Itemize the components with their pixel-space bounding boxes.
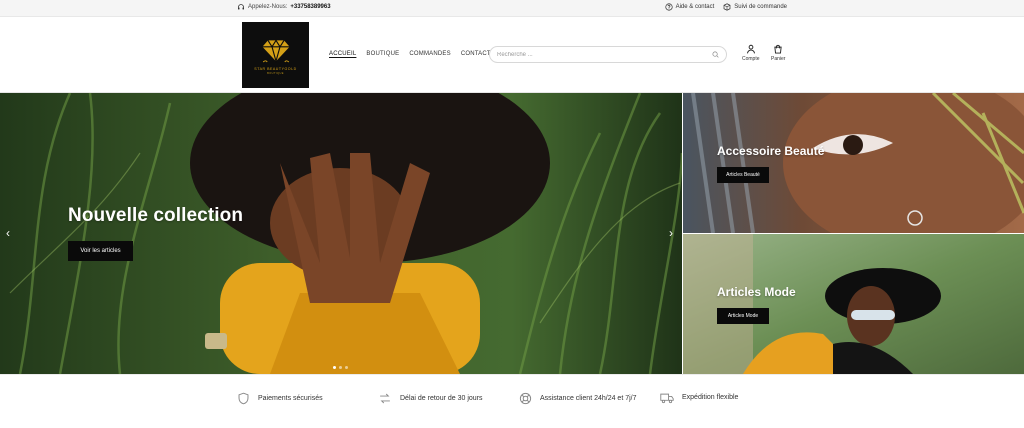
search-bar <box>489 46 727 63</box>
cart-button[interactable]: Panier <box>771 44 785 62</box>
cart-label: Panier <box>771 56 786 62</box>
fashion-banner-photo <box>683 234 1024 374</box>
truck-icon <box>660 392 674 404</box>
prev-slide-arrow-icon[interactable]: ‹ <box>6 227 10 239</box>
feature-label: Assistance client 24h/24 et 7j/7 <box>540 394 637 402</box>
store-logo[interactable]: STAR BEAUTYGOLD BOUTIQUE <box>242 22 309 88</box>
feature-returns: Délai de retour de 30 jours <box>378 392 483 405</box>
hero-photo <box>0 93 682 374</box>
top-bar: Appelez-Nous: +33758389963 Aide & contac… <box>0 0 1024 17</box>
feature-shipping: Expédition flexible <box>660 392 738 404</box>
feature-label: Délai de retour de 30 jours <box>400 394 483 402</box>
call-label: Appelez-Nous: <box>248 4 288 10</box>
next-slide-arrow-icon[interactable]: › <box>669 227 673 239</box>
nav-accueil[interactable]: ACCUEIL <box>329 51 356 57</box>
help-contact-link[interactable]: Aide & contact <box>664 3 715 11</box>
account-label: Compte <box>742 56 760 62</box>
feature-label: Expédition flexible <box>682 394 739 402</box>
banner-beauty: Accessoire Beauté Articles Beauté <box>683 93 1024 233</box>
shield-icon <box>237 392 250 405</box>
phone-contact: Appelez-Nous: +33758389963 <box>237 3 331 11</box>
slide-dot-3[interactable] <box>345 366 348 369</box>
slide-dot-2[interactable] <box>339 366 342 369</box>
exchange-arrows-icon <box>378 392 392 405</box>
order-tracking-label: Suivi de commande <box>734 4 787 10</box>
site-header: STAR BEAUTYGOLD BOUTIQUE ACCUEIL BOUTIQU… <box>0 17 1024 93</box>
beauty-banner-photo <box>683 93 1024 233</box>
lifebuoy-icon <box>519 392 532 405</box>
account-button[interactable]: Compte <box>742 44 760 62</box>
phone-number[interactable]: +33758389963 <box>290 4 330 10</box>
search-input[interactable] <box>497 51 712 58</box>
logo-sub-text: BOUTIQUE <box>267 72 284 75</box>
help-contact-label: Aide & contact <box>675 4 715 10</box>
shopping-bag-icon <box>773 44 783 54</box>
main-nav: ACCUEIL BOUTIQUE COMMANDES CONTACT <box>329 51 501 57</box>
question-circle-icon <box>664 3 673 11</box>
user-icon <box>746 44 756 54</box>
order-tracking-link[interactable]: Suivi de commande <box>723 3 787 11</box>
hero-slider: Nouvelle collection Voir les articles ‹ … <box>0 93 682 374</box>
nav-commandes[interactable]: COMMANDES <box>409 51 450 57</box>
diamond-crown-logo-icon <box>261 39 290 64</box>
feature-secure-payment: Paiements sécurisés <box>237 392 323 405</box>
logo-brand-text: STAR BEAUTYGOLD <box>254 67 297 71</box>
slide-dot-1[interactable] <box>333 366 336 369</box>
nav-boutique[interactable]: BOUTIQUE <box>366 51 399 57</box>
beauty-articles-button[interactable]: Articles Beauté <box>717 167 769 183</box>
feature-label: Paiements sécurisés <box>258 394 323 402</box>
fashion-banner-title: Articles Mode <box>717 285 796 299</box>
fashion-articles-button[interactable]: Articles Mode <box>717 308 769 324</box>
beauty-banner-title: Accessoire Beauté <box>717 144 825 158</box>
banner-fashion: Articles Mode Articles Mode <box>683 234 1024 374</box>
nav-contact[interactable]: CONTACT <box>461 51 491 57</box>
features-bar: Paiements sécurisés Délai de retour de 3… <box>0 374 1024 428</box>
slider-dots <box>333 366 351 369</box>
search-icon[interactable] <box>712 51 719 58</box>
hero-title: Nouvelle collection <box>68 205 244 226</box>
headset-icon <box>237 3 245 11</box>
view-articles-button[interactable]: Voir les articles <box>68 241 133 261</box>
feature-support: Assistance client 24h/24 et 7j/7 <box>519 392 638 405</box>
package-icon <box>723 3 731 11</box>
